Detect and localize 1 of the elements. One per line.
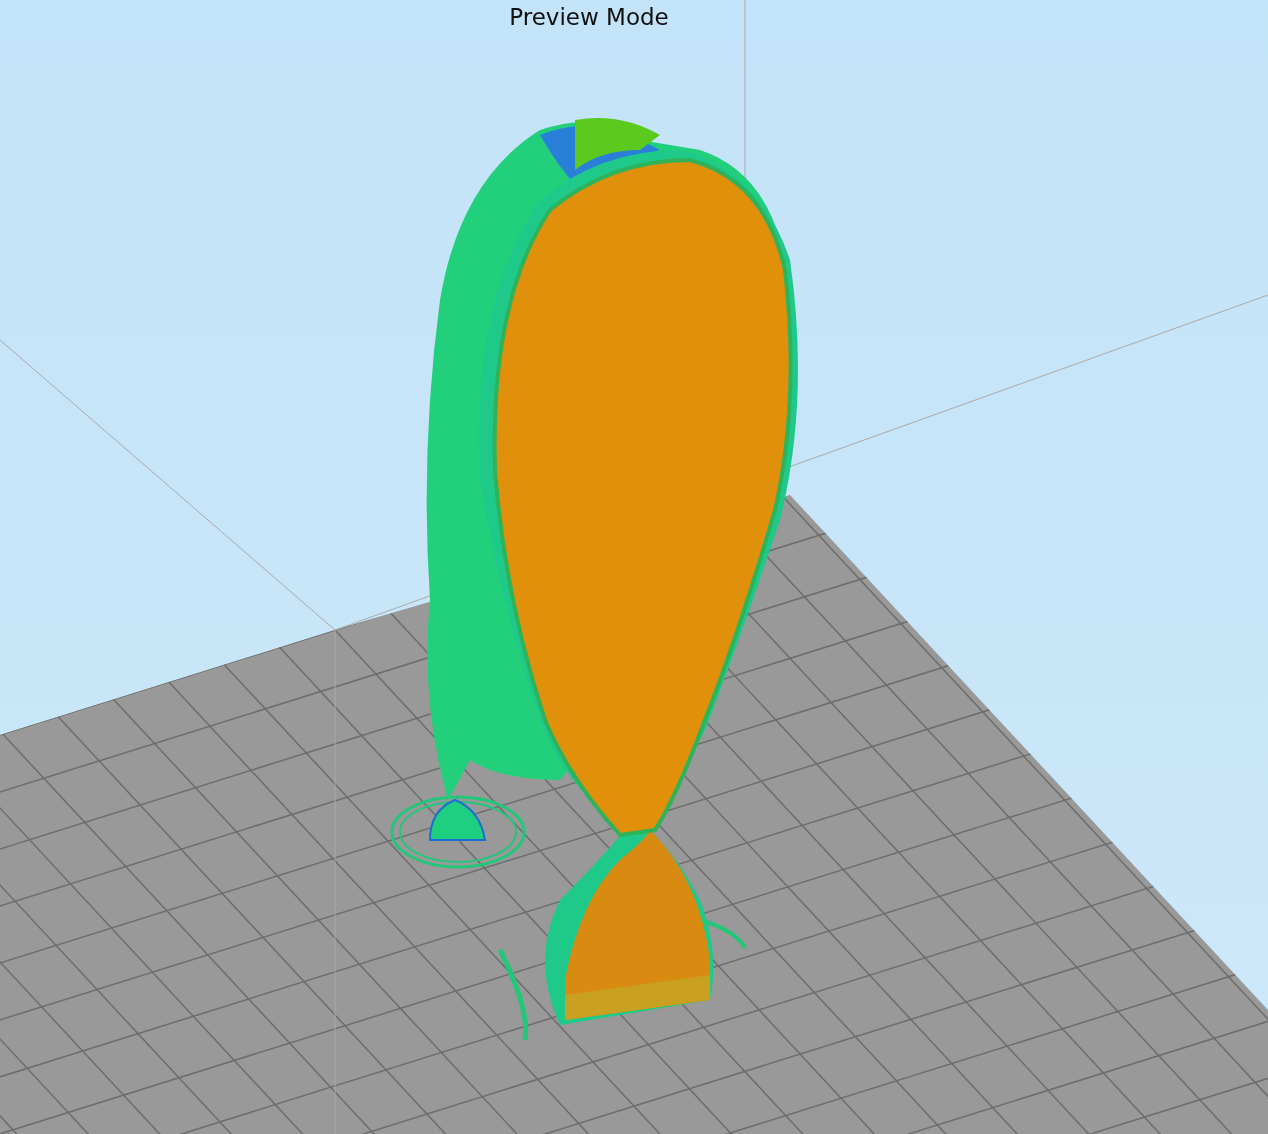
viewport-title: Preview Mode: [509, 4, 669, 30]
